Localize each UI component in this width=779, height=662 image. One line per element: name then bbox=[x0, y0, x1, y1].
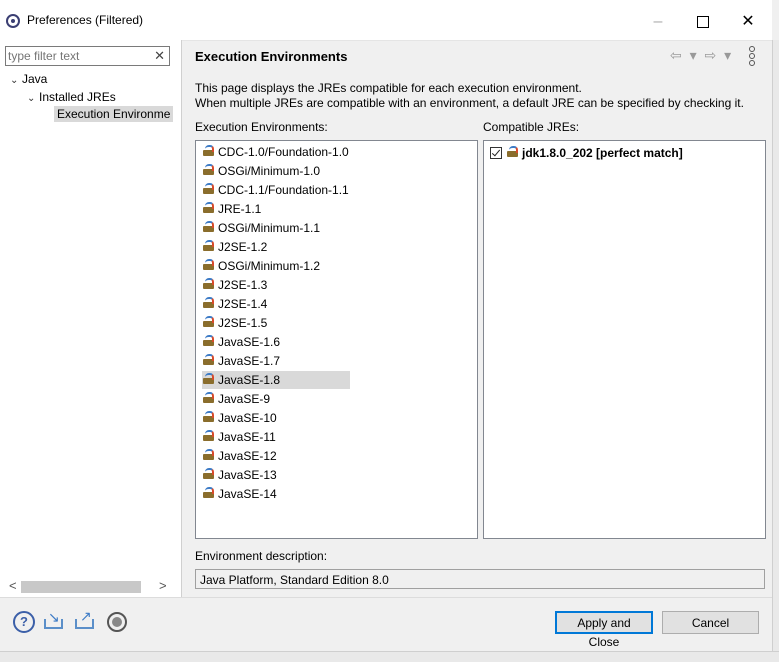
list-item[interactable]: J2SE-1.5 bbox=[202, 314, 267, 332]
close-button[interactable]: ✕ bbox=[725, 8, 771, 36]
jre-library-icon bbox=[202, 164, 216, 176]
export-icon[interactable] bbox=[74, 608, 96, 633]
tree-horizontal-scrollbar[interactable]: < > bbox=[5, 578, 170, 594]
jre-library-icon bbox=[202, 202, 216, 214]
view-menu-icon[interactable] bbox=[749, 46, 755, 67]
page-description: This page displays the JREs compatible f… bbox=[195, 81, 744, 111]
compatible-jres-list[interactable]: jdk1.8.0_202 [perfect match] bbox=[483, 140, 766, 539]
background-window-bottom bbox=[0, 651, 779, 662]
window-title: Preferences (Filtered) bbox=[27, 13, 144, 27]
jre-library-icon bbox=[202, 449, 216, 461]
environment-description-value: Java Platform, Standard Edition 8.0 bbox=[200, 573, 389, 587]
page-title: Execution Environments bbox=[195, 49, 348, 64]
jre-checkbox[interactable] bbox=[490, 147, 502, 159]
preferences-tree-panel: ✕ ⌄Java ⌄Installed JREs Execution Enviro… bbox=[0, 40, 182, 597]
list-item-selected[interactable]: JavaSE-1.8 bbox=[202, 371, 350, 389]
chevron-down-icon[interactable]: ⌄ bbox=[10, 75, 22, 86]
tree-item-label: Java bbox=[22, 72, 48, 86]
tree-item-java[interactable]: ⌄ Java bbox=[10, 72, 47, 86]
apply-and-close-button[interactable]: Apply and Close bbox=[555, 611, 653, 649]
jre-library-icon bbox=[202, 259, 216, 271]
scrollbar-thumb[interactable] bbox=[21, 581, 141, 593]
list-item[interactable]: OSGi/Minimum-1.0 bbox=[202, 162, 320, 180]
cancel-button[interactable]: Cancel bbox=[662, 611, 759, 634]
eclipse-app-icon bbox=[6, 14, 20, 28]
environments-label: Execution Environments: bbox=[195, 120, 328, 134]
filter-input[interactable] bbox=[8, 48, 148, 64]
description-line: This page displays the JREs compatible f… bbox=[195, 81, 582, 95]
chevron-down-icon[interactable]: ⌄ bbox=[27, 93, 39, 104]
scroll-right-icon[interactable]: > bbox=[159, 578, 167, 593]
list-item[interactable]: JavaSE-12 bbox=[202, 447, 277, 465]
maximize-button[interactable] bbox=[680, 8, 726, 36]
jre-library-icon bbox=[202, 316, 216, 328]
clear-filter-icon[interactable]: ✕ bbox=[154, 47, 165, 65]
minimize-button[interactable]: – bbox=[635, 8, 681, 36]
list-item[interactable]: CDC-1.1/Foundation-1.1 bbox=[202, 181, 349, 199]
list-item[interactable]: J2SE-1.2 bbox=[202, 238, 267, 256]
help-icon[interactable]: ? bbox=[13, 611, 35, 633]
jre-library-icon bbox=[202, 487, 216, 499]
jre-library-icon bbox=[202, 145, 216, 157]
jre-library-icon bbox=[202, 240, 216, 252]
page-navigation: ⇦ ▾ ⇨ ▾ bbox=[670, 47, 733, 64]
description-line: When multiple JREs are compatible with a… bbox=[195, 96, 744, 110]
tree-item-label: Execution Environme bbox=[54, 106, 174, 122]
list-item[interactable]: OSGi/Minimum-1.2 bbox=[202, 257, 320, 275]
jre-library-icon bbox=[202, 430, 216, 442]
jre-library-icon bbox=[202, 354, 216, 366]
title-bar: Preferences (Filtered) – ✕ bbox=[0, 0, 772, 41]
scroll-left-icon[interactable]: < bbox=[9, 578, 17, 593]
jre-library-icon bbox=[202, 468, 216, 480]
compatible-jres-label: Compatible JREs: bbox=[483, 120, 580, 134]
jre-library-icon bbox=[202, 335, 216, 347]
filter-field[interactable]: ✕ bbox=[5, 46, 170, 66]
list-item[interactable]: CDC-1.0/Foundation-1.0 bbox=[202, 143, 349, 161]
list-item[interactable]: JRE-1.1 bbox=[202, 200, 261, 218]
jre-library-icon bbox=[202, 183, 216, 195]
footer-divider bbox=[0, 597, 772, 598]
list-item[interactable]: JavaSE-9 bbox=[202, 390, 270, 408]
jre-library-icon bbox=[506, 146, 520, 158]
tree-item-label: Installed JREs bbox=[39, 90, 116, 104]
import-icon[interactable] bbox=[43, 609, 65, 633]
tree-item-installed-jres[interactable]: ⌄ Installed JREs bbox=[27, 90, 116, 104]
jre-library-icon bbox=[202, 392, 216, 404]
environments-list[interactable]: CDC-1.0/Foundation-1.0 OSGi/Minimum-1.0 … bbox=[195, 140, 478, 539]
jre-library-icon bbox=[202, 411, 216, 423]
list-item[interactable]: JavaSE-10 bbox=[202, 409, 277, 427]
environment-description-label: Environment description: bbox=[195, 549, 328, 563]
jre-library-icon bbox=[202, 373, 216, 385]
jre-library-icon bbox=[202, 278, 216, 290]
jre-library-icon bbox=[202, 221, 216, 233]
list-item[interactable]: JavaSE-1.7 bbox=[202, 352, 280, 370]
jre-library-icon bbox=[202, 297, 216, 309]
list-item[interactable]: JavaSE-1.6 bbox=[202, 333, 280, 351]
list-item[interactable]: JavaSE-11 bbox=[202, 428, 276, 446]
back-arrow-icon[interactable]: ⇦ ▾ bbox=[670, 47, 699, 63]
environment-description-field: Java Platform, Standard Edition 8.0 bbox=[195, 569, 765, 589]
list-item[interactable]: JavaSE-13 bbox=[202, 466, 277, 484]
list-item[interactable]: J2SE-1.4 bbox=[202, 295, 267, 313]
maximize-icon bbox=[697, 15, 709, 28]
list-item[interactable]: JavaSE-14 bbox=[202, 485, 277, 503]
list-item[interactable]: OSGi/Minimum-1.1 bbox=[202, 219, 320, 237]
record-icon[interactable] bbox=[107, 612, 127, 632]
background-window-strip bbox=[772, 40, 779, 661]
list-item[interactable]: jdk1.8.0_202 [perfect match] bbox=[490, 145, 683, 161]
forward-arrow-icon[interactable]: ⇨ ▾ bbox=[705, 47, 734, 63]
list-item[interactable]: J2SE-1.3 bbox=[202, 276, 267, 294]
tree-item-execution-environments[interactable]: Execution Environme bbox=[54, 106, 174, 122]
